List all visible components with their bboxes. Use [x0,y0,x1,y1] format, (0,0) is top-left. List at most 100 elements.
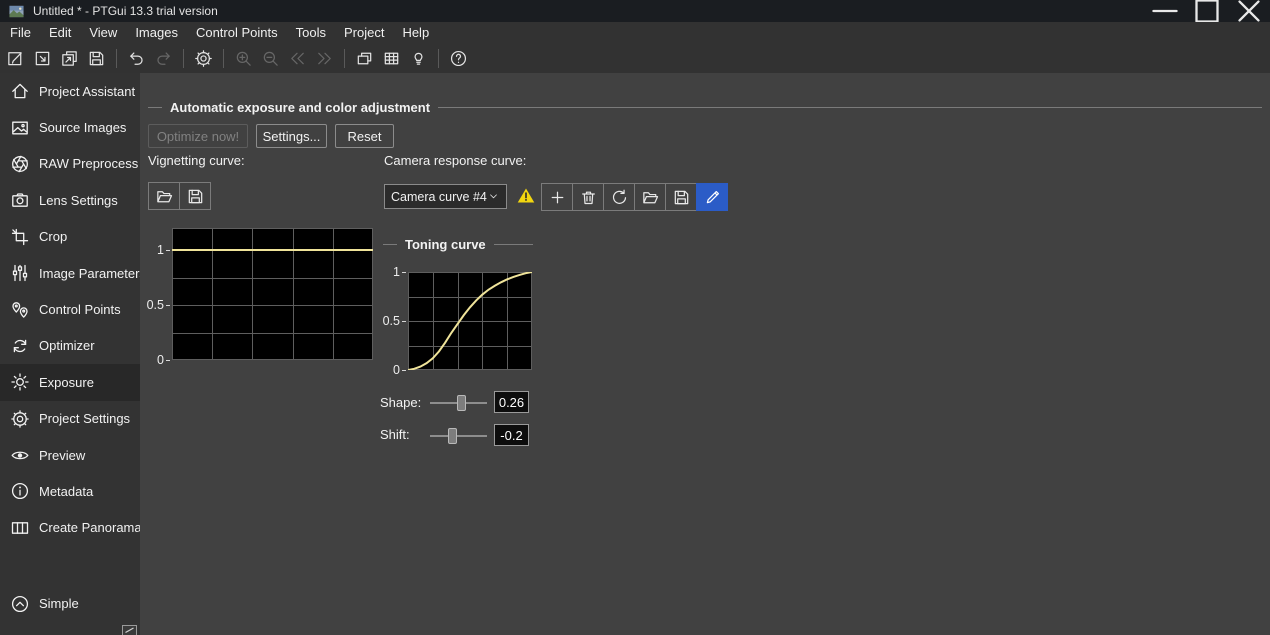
sidebar-item-metadata[interactable]: Metadata [0,473,140,509]
sun-icon [10,372,30,392]
circle-up-icon [10,594,30,614]
window-controls [1144,0,1270,22]
save-button[interactable] [665,183,697,211]
toolbar [0,44,1270,73]
toolbar-separator [183,49,184,68]
eye-icon [10,445,30,465]
help-button[interactable] [446,46,471,71]
exposure-actions: Optimize now! Settings... Reset [148,124,394,148]
next-image-button [312,46,337,71]
folder-button[interactable] [148,182,180,210]
next-image-icon [315,49,334,68]
camera-curve-dropdown[interactable]: Camera curve #4 [384,184,507,209]
settings-button[interactable]: Settings... [256,124,327,148]
shift-slider[interactable] [430,428,487,444]
app-icon [9,4,24,19]
sidebar-item-image-parameters[interactable]: Image Parameters [0,255,140,291]
camera-response-curve-label: Camera response curve: [384,153,526,168]
sidebar-item-crop[interactable]: Crop [0,219,140,255]
gear-icon [10,409,30,429]
reset-button[interactable]: Reset [335,124,394,148]
pencil-button[interactable] [696,183,728,211]
sidebar-item-preview[interactable]: Preview [0,437,140,473]
sidebar-item-label: Lens Settings [39,193,118,208]
sidebar-item-exposure[interactable]: Exposure [0,364,140,400]
sidebar-item-control-points[interactable]: Control Points [0,291,140,327]
zoom-in-button [231,46,256,71]
folder-button[interactable] [634,183,666,211]
vignetting-curve-label: Vignetting curve: [148,153,245,168]
preview-lamp-button[interactable] [406,46,431,71]
redo-button [151,46,176,71]
minimize-button[interactable] [1144,0,1186,22]
undo-icon [127,49,146,68]
settings-gear-icon [194,49,213,68]
zoom-out-icon [261,49,280,68]
panorama-editor-button[interactable] [352,46,377,71]
plus-button[interactable] [541,183,573,211]
refresh-button[interactable] [603,183,635,211]
sidebar-item-label: Preview [39,448,85,463]
main-panel: Automatic exposure and color adjustment … [140,73,1270,635]
sidebar-item-source-images[interactable]: Source Images [0,109,140,145]
shape-slider-handle[interactable] [457,395,466,411]
save-button[interactable] [179,182,211,210]
sidebar-item-lens-settings[interactable]: Lens Settings [0,182,140,218]
map-pins-icon [10,300,30,320]
shape-value-input[interactable] [494,391,529,413]
sidebar-item-label: Project Assistant [39,84,135,99]
add-images-button[interactable] [57,46,82,71]
section-title: Automatic exposure and color adjustment [170,100,430,115]
title-bar: Untitled * - PTGui 13.3 trial version [0,0,1270,22]
section-header-automatic-exposure: Automatic exposure and color adjustment [148,100,1262,115]
trash-button[interactable] [572,183,604,211]
shift-slider-handle[interactable] [448,428,457,444]
sidebar-item-create-panorama[interactable]: Create Panorama [0,510,140,546]
menu-tools[interactable]: Tools [287,22,335,44]
menu-file[interactable]: File [1,22,40,44]
camera-curve-dropdown-value: Camera curve #4 [391,190,487,204]
save-icon [672,188,691,207]
menu-project[interactable]: Project [335,22,393,44]
sidebar-item-raw-preprocess[interactable]: RAW Preprocess [0,146,140,182]
trash-icon [579,188,598,207]
detail-viewer-button[interactable] [379,46,404,71]
y-axis-label: 0.5 [383,314,400,328]
toolbar-separator [223,49,224,68]
menu-edit[interactable]: Edit [40,22,80,44]
menu-images[interactable]: Images [126,22,187,44]
new-project-button[interactable] [3,46,28,71]
sidebar: Project Assistant Source ImagesRAW Prepro… [0,73,140,635]
y-axis-tick [402,370,406,371]
sidebar-item-label: Exposure [39,375,94,390]
y-axis-tick [166,250,170,251]
y-axis-tick [166,360,170,361]
menu-help[interactable]: Help [393,22,438,44]
optimize-now-button[interactable]: Optimize now! [148,124,248,148]
camera-icon [10,190,30,210]
shift-value-input[interactable] [494,424,529,446]
sidebar-item-optimizer[interactable]: Optimizer [0,328,140,364]
settings-gear-button[interactable] [191,46,216,71]
sidebar-item-simple[interactable]: Simple [0,586,140,622]
maximize-button[interactable] [1186,0,1228,22]
sidebar-resize-grip[interactable] [122,623,137,634]
window-title: Untitled * - PTGui 13.3 trial version [33,4,218,18]
menu-control-points[interactable]: Control Points [187,22,287,44]
sidebar-item-label: Image Parameters [39,266,146,281]
vignetting-curve-chart: 00.51 [148,228,373,360]
sidebar-item-label: Project Settings [39,411,130,426]
save-project-button[interactable] [84,46,109,71]
close-button[interactable] [1228,0,1270,22]
sidebar-item-project-assistant[interactable]: Project Assistant [0,73,140,109]
y-axis-label: 1 [393,265,400,279]
undo-button[interactable] [124,46,149,71]
shift-slider-track [430,435,487,437]
menu-view[interactable]: View [80,22,126,44]
open-project-button[interactable] [30,46,55,71]
sidebar-item-project-settings[interactable]: Project Settings [0,401,140,437]
plus-icon [548,188,567,207]
shape-slider[interactable] [430,395,487,411]
sidebar-items: Project Assistant Source ImagesRAW Prepro… [0,73,140,546]
sliders-icon [10,263,30,283]
